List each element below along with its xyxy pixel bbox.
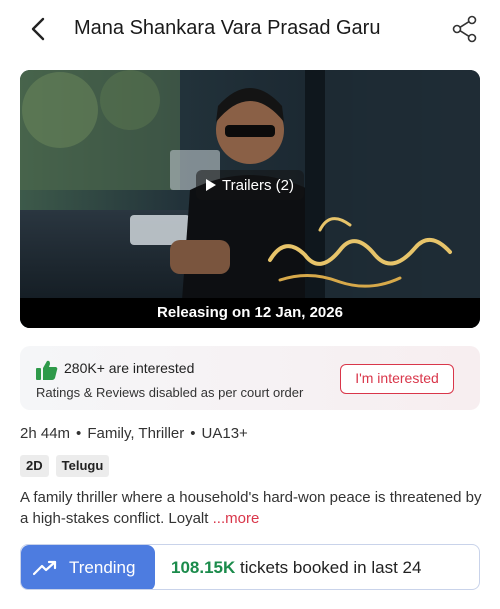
movie-description: A family thriller where a household's ha… bbox=[20, 487, 490, 529]
ratings-disabled-note: Ratings & Reviews disabled as per court … bbox=[36, 385, 304, 400]
genres: Family, Thriller bbox=[87, 425, 185, 442]
format-tag: 2D bbox=[20, 455, 49, 477]
release-date-bar: Releasing on 12 Jan, 2026 bbox=[20, 298, 480, 328]
tickets-suffix: tickets booked in last 24 bbox=[235, 558, 422, 577]
trending-pill: Trending bbox=[21, 545, 155, 589]
format-language-tags: 2D Telugu bbox=[20, 455, 110, 477]
share-button[interactable] bbox=[450, 14, 480, 44]
thumbs-up-icon bbox=[36, 360, 58, 380]
trailers-button[interactable]: Trailers (2) bbox=[196, 170, 304, 200]
back-button[interactable] bbox=[24, 14, 54, 44]
trending-banner[interactable]: Trending 108.15K tickets booked in last … bbox=[20, 544, 480, 590]
trending-up-icon bbox=[33, 560, 57, 576]
movie-meta: 2h 44m • Family, Thriller • UA13+ bbox=[20, 425, 248, 442]
tickets-booked-text: 108.15K tickets booked in last 24 bbox=[171, 558, 421, 578]
trending-label: Trending bbox=[69, 558, 136, 577]
page-title: Mana Shankara Vara Prasad Garu bbox=[74, 17, 381, 39]
chevron-left-icon bbox=[31, 17, 45, 41]
im-interested-button[interactable]: I'm interested bbox=[340, 364, 454, 394]
share-icon bbox=[452, 15, 477, 43]
duration: 2h 44m bbox=[20, 425, 71, 442]
movie-poster[interactable]: Trailers (2) Releasing on 12 Jan, 2026 bbox=[20, 70, 480, 328]
trailers-label: Trailers (2) bbox=[222, 176, 294, 194]
top-app-bar: Mana Shankara Vara Prasad Garu bbox=[0, 0, 500, 62]
separator-dot: • bbox=[190, 425, 196, 442]
separator-dot: • bbox=[76, 425, 82, 442]
certificate: UA13+ bbox=[201, 425, 248, 442]
interest-card: 280K+ are interested Ratings & Reviews d… bbox=[20, 346, 480, 410]
more-link[interactable]: ...more bbox=[208, 510, 260, 527]
play-icon bbox=[206, 179, 216, 191]
language-tag: Telugu bbox=[55, 455, 110, 477]
interested-count: 280K+ are interested bbox=[64, 360, 195, 376]
tickets-count: 108.15K bbox=[171, 558, 236, 577]
